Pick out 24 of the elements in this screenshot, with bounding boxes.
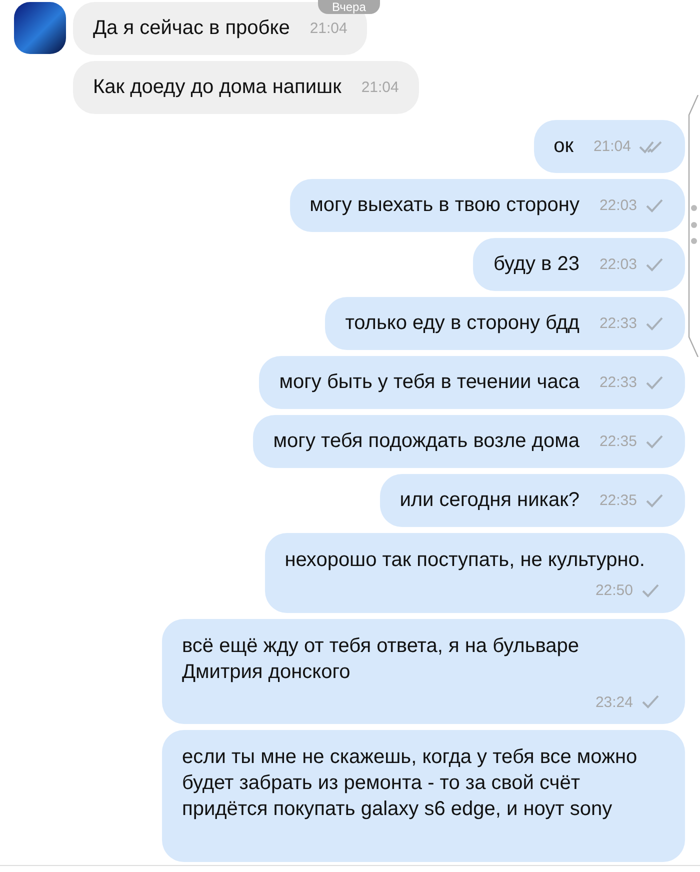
message-text: буду в 23 [493, 253, 580, 276]
date-pill: Вчера [318, 0, 380, 14]
message-text: если ты мне не скажешь, когда у тебя все можно будет забрать из ремонта - то за свой счёт придётся покупать galaxy s6 edge, и ноут sony [182, 745, 638, 822]
message-time: 21:04 [310, 20, 348, 37]
message-time: 23:24 [595, 692, 633, 712]
message-text: Да я сейчас в пробке [93, 17, 290, 40]
message-time: 22:35 [599, 433, 637, 450]
message-text: нехорошо так поступать, не культурно. [284, 548, 645, 573]
message-text: или сегодня никак? [400, 489, 580, 512]
message-text: могу тебя подождать возле дома [273, 430, 580, 453]
message-text: всё ещё жду от тебя ответа, я на бульваре Дмитрия донского [182, 634, 580, 684]
message-time: 21:04 [361, 79, 399, 96]
message-time: 22:35 [599, 492, 637, 509]
message-time: 22:50 [595, 581, 633, 600]
message-text: Как доеду до дома напишк [93, 76, 342, 99]
message-time: 22:33 [599, 374, 637, 391]
message-time: 22:33 [599, 315, 637, 332]
message-time: 21:04 [593, 138, 631, 155]
message-time: 22:03 [599, 256, 637, 273]
message-text: могу быть у тебя в течении часа [279, 371, 580, 394]
message-text: могу выехать в твою сторону [310, 194, 580, 217]
message-text: только еду в сторону бдд [345, 312, 580, 335]
message-text: ок [554, 135, 574, 158]
message-time: 22:03 [599, 197, 637, 214]
